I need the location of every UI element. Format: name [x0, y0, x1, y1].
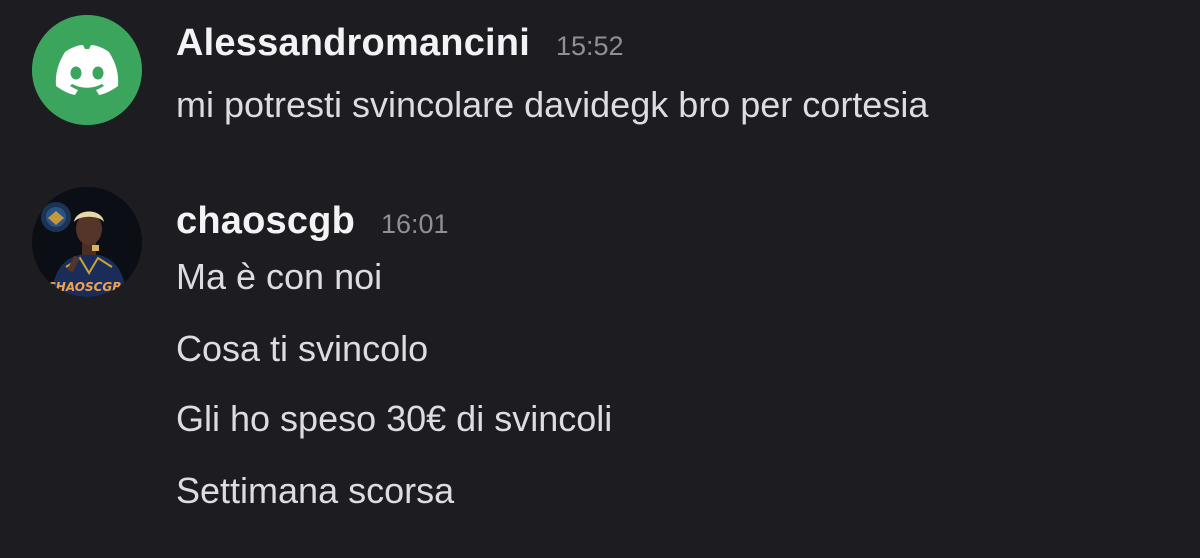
message-header: chaoscgb 16:01 — [176, 200, 449, 243]
avatar[interactable] — [32, 15, 142, 125]
message-text: Gli ho speso 30€ di svincoli — [176, 398, 613, 439]
author-name[interactable]: Alessandromancini — [176, 22, 530, 65]
avatar[interactable]: CHAOSCGB — [32, 187, 142, 297]
message-header: Alessandromancini 15:52 — [176, 22, 624, 65]
author-name[interactable]: chaoscgb — [176, 200, 355, 243]
discord-logo-icon — [32, 15, 142, 125]
message-group-alessandromancini: Alessandromancini 15:52 mi potresti svin… — [0, 0, 1200, 160]
message-text: Ma è con noi — [176, 256, 383, 297]
timestamp: 15:52 — [555, 31, 624, 61]
avatar-text: CHAOSCGB — [47, 280, 121, 294]
message-text: Settimana scorsa — [176, 470, 455, 511]
timestamp: 16:01 — [380, 209, 449, 239]
message-text: Cosa ti svincolo — [176, 328, 429, 369]
message-group-chaoscgb: CHAOSCGB chaoscgb 16:01 Ma è con noi Cos… — [0, 170, 1200, 558]
message-text: mi potresti svincolare davidegk bro per … — [176, 84, 929, 125]
profile-photo: CHAOSCGB — [32, 187, 142, 297]
